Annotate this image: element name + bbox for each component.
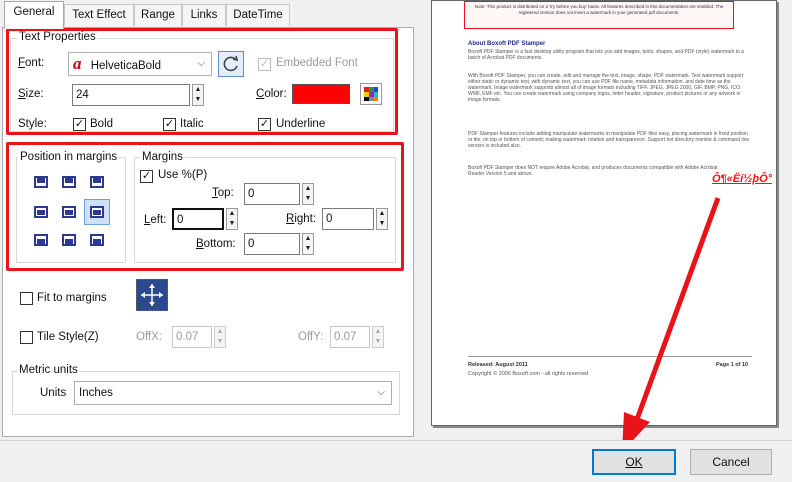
offy-input[interactable]: 0.07 <box>330 326 370 348</box>
preview-stamp-text: Ô¶«Ëí½þÔ° <box>712 173 773 185</box>
cancel-button-label: Cancel <box>712 455 750 469</box>
offx-spinner[interactable]: ▲ ▼ <box>214 326 226 348</box>
fit-to-margins-checkbox[interactable] <box>20 292 33 305</box>
tab-links[interactable]: Links <box>182 4 226 26</box>
preview-para2: With Boxoft PDF Stamper, you can create,… <box>468 73 744 103</box>
chevron-down-icon: ⌵ <box>377 387 385 398</box>
expand-arrows-icon <box>141 284 163 306</box>
highlight-position-margins <box>6 142 404 271</box>
fit-icon-button[interactable] <box>136 279 168 311</box>
preview-para3: PDF Stamper features include adding mani… <box>468 131 750 149</box>
offy-spinner[interactable]: ▲ ▼ <box>372 326 384 348</box>
tab-text-effect[interactable]: Text Effect <box>64 4 134 26</box>
tab-datetime[interactable]: DateTime <box>226 4 290 26</box>
fit-to-margins-label: Fit to margins <box>37 292 107 304</box>
units-label: Units <box>40 387 67 399</box>
preview-notice-text: Note: This product is distributed on a '… <box>474 4 724 15</box>
tile-style-label: Tile Style(Z) <box>37 331 99 343</box>
preview-notice: Note: This product is distributed on a '… <box>464 1 734 29</box>
units-value: Inches <box>79 387 113 399</box>
highlight-text-properties <box>6 28 398 135</box>
offy-label: OffY: <box>298 331 324 343</box>
tab-range[interactable]: Range <box>134 4 182 26</box>
annotation-arrow <box>622 197 721 452</box>
preview-released: Released: August 2011 <box>468 362 528 368</box>
units-select[interactable]: Inches ⌵ <box>74 381 392 405</box>
preview-para4: Boxoft PDF Stamper does NOT require Adob… <box>468 165 718 177</box>
tile-style-checkbox[interactable] <box>20 331 33 344</box>
tab-strip: General Text Effect Range Links DateTime <box>0 0 420 29</box>
preview-heading: About Boxoft PDF Stamper <box>468 41 546 47</box>
metric-units-legend: Metric units <box>17 364 80 376</box>
offx-label: OffX: <box>136 331 162 343</box>
offx-input[interactable]: 0.07 <box>172 326 212 348</box>
tab-general[interactable]: General <box>4 1 64 29</box>
ok-button-label: OK <box>625 455 643 469</box>
cancel-button[interactable]: Cancel <box>690 449 772 475</box>
ok-button[interactable]: OK <box>592 449 676 475</box>
preview-para1: Boxoft PDF Stamper is a fast desktop uti… <box>468 49 744 61</box>
preview-copyright: Copyright © 2006 Boxoft.com - all rights… <box>468 371 589 377</box>
